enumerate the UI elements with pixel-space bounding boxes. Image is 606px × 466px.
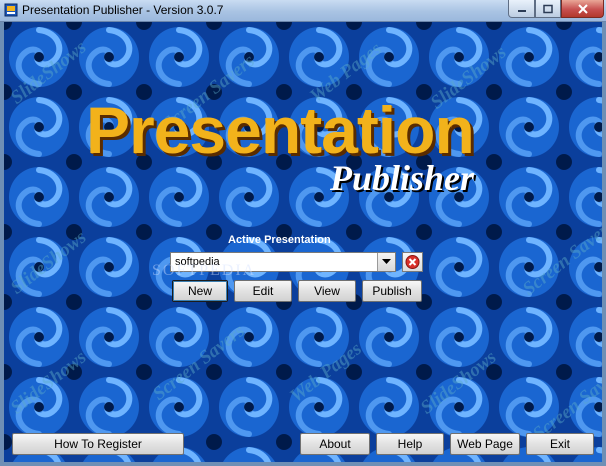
new-label: New bbox=[187, 284, 212, 298]
register-label: How To Register bbox=[54, 437, 142, 451]
main-panel: SlideShows Screen Savers Web Pages Slide… bbox=[4, 22, 602, 462]
how-to-register-button[interactable]: How To Register bbox=[12, 433, 184, 455]
web-page-label: Web Page bbox=[457, 437, 513, 451]
help-label: Help bbox=[397, 437, 423, 451]
dropdown-button[interactable] bbox=[377, 253, 395, 271]
close-button[interactable] bbox=[561, 0, 604, 18]
publish-button[interactable]: Publish bbox=[362, 280, 422, 302]
about-button[interactable]: About bbox=[300, 433, 370, 455]
web-page-button[interactable]: Web Page bbox=[450, 433, 520, 455]
chevron-down-icon bbox=[382, 259, 391, 264]
title-bar[interactable]: Presentation Publisher - Version 3.0.7 bbox=[0, 0, 606, 22]
minimize-icon bbox=[517, 9, 526, 12]
active-presentation-label: Active Presentation bbox=[228, 234, 331, 246]
exit-button[interactable]: Exit bbox=[526, 433, 594, 455]
view-button[interactable]: View bbox=[298, 280, 356, 302]
edit-button[interactable]: Edit bbox=[234, 280, 292, 302]
delete-presentation-button[interactable] bbox=[402, 252, 423, 272]
view-label: View bbox=[314, 284, 340, 298]
help-button[interactable]: Help bbox=[376, 433, 444, 455]
minimize-button[interactable] bbox=[508, 0, 535, 18]
maximize-icon bbox=[543, 4, 553, 13]
edit-label: Edit bbox=[252, 284, 274, 298]
window-title: Presentation Publisher - Version 3.0.7 bbox=[22, 3, 224, 17]
close-icon bbox=[577, 3, 588, 14]
app-window: Presentation Publisher - Version 3.0.7 S… bbox=[0, 0, 606, 466]
watermark: SOFTPEDIA bbox=[152, 262, 257, 279]
exit-label: Exit bbox=[549, 437, 570, 451]
delete-icon bbox=[405, 255, 420, 269]
maximize-button[interactable] bbox=[535, 0, 561, 18]
logo-subtitle: Publisher bbox=[330, 158, 475, 198]
about-label: About bbox=[319, 437, 351, 451]
publish-label: Publish bbox=[372, 284, 412, 298]
new-button[interactable]: New bbox=[172, 280, 228, 302]
app-icon bbox=[4, 3, 18, 17]
